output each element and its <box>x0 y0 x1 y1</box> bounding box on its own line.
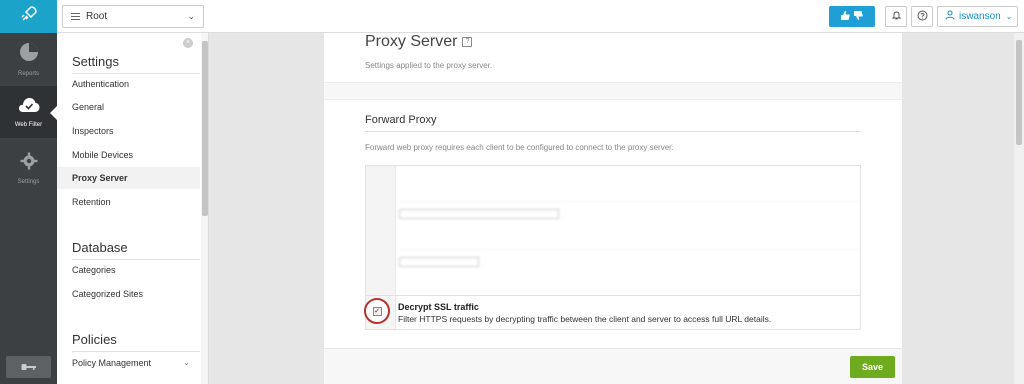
save-button[interactable]: Save <box>850 356 895 378</box>
license-key-button[interactable] <box>6 356 51 378</box>
section-title-policies: Policies <box>72 332 117 347</box>
nav-settings-label: Settings <box>17 178 40 185</box>
pie-chart-icon <box>19 42 39 67</box>
nav-settings[interactable]: Settings <box>0 142 57 194</box>
menu-item-categories[interactable]: Categories <box>57 259 200 281</box>
section-separator <box>324 82 902 100</box>
chevron-down-icon: ⌄ <box>187 11 195 21</box>
panel-scrollbar-thumb[interactable] <box>202 41 208 216</box>
page-title: Proxy Server ? <box>365 33 473 51</box>
gear-icon <box>20 152 38 175</box>
question-circle-icon <box>917 8 928 26</box>
cloud-icon <box>18 97 40 118</box>
menu-item-general[interactable]: General <box>57 96 200 118</box>
menu-item-categorized-sites[interactable]: Categorized Sites <box>57 283 200 305</box>
help-button[interactable] <box>911 6 933 27</box>
tree-icon <box>71 13 80 20</box>
notifications-button[interactable] <box>885 6 907 27</box>
menu-item-inspectors[interactable]: Inspectors <box>57 120 200 142</box>
menu-item-label: Policy Management <box>72 358 152 368</box>
username-label: iswanson <box>959 11 1001 22</box>
help-icon[interactable]: ? <box>462 37 473 47</box>
nav-reports[interactable]: Reports <box>0 33 57 85</box>
forward-proxy-divider <box>365 131 861 132</box>
menu-item-policy-management[interactable]: Policy Management ⌄ <box>57 352 200 374</box>
forward-proxy-description: Forward web proxy requires each client t… <box>365 143 674 152</box>
decrypt-ssl-description: Filter HTTPS requests by decrypting traf… <box>398 314 772 324</box>
user-icon <box>945 10 955 23</box>
nav-reports-label: Reports <box>17 70 39 77</box>
feedback-button[interactable] <box>829 6 875 27</box>
app-logo[interactable] <box>0 0 57 33</box>
top-bar: Root ⌄ iswanson ⌄ <box>0 0 1024 33</box>
nav-web-filter[interactable]: Web Filter <box>0 86 57 138</box>
blurred-option-auth-source <box>399 254 859 292</box>
settings-panel: × Settings Authentication General Inspec… <box>57 33 209 384</box>
thumbs-up-icon <box>840 8 851 26</box>
close-panel-icon[interactable]: × <box>183 38 193 48</box>
blurred-option-proxy-port <box>399 172 859 202</box>
decrypt-ssl-checkbox-highlight: ✓ <box>364 298 390 324</box>
section-title-settings: Settings <box>72 54 119 69</box>
nav-web-filter-label: Web Filter <box>14 121 43 128</box>
user-menu-button[interactable]: iswanson ⌄ <box>937 6 1018 27</box>
thumbs-down-icon <box>853 8 864 26</box>
left-nav: Reports Web Filter Settings <box>0 33 57 384</box>
chevron-down-icon: ⌄ <box>183 358 190 367</box>
blurred-option-proxy-security <box>399 206 859 250</box>
menu-item-retention[interactable]: Retention <box>57 191 200 213</box>
section-title-database: Database <box>72 240 128 255</box>
decrypt-ssl-checkbox[interactable]: ✓ <box>372 306 382 316</box>
rocket-icon <box>19 4 39 29</box>
root-selector-label: Root <box>86 11 108 22</box>
menu-item-authentication[interactable]: Authentication <box>57 73 200 95</box>
bell-icon <box>891 8 902 26</box>
key-icon <box>21 358 37 376</box>
content-card: Proxy Server ? Settings applied to the p… <box>324 33 902 384</box>
chevron-down-icon: ⌄ <box>1005 12 1013 21</box>
page-subtitle: Settings applied to the proxy server. <box>365 61 493 70</box>
forward-proxy-title: Forward Proxy <box>365 114 437 126</box>
decrypt-ssl-label: Decrypt SSL traffic <box>398 302 479 312</box>
form-footer <box>324 348 902 384</box>
page-scrollbar-thumb[interactable] <box>1016 40 1022 145</box>
page-title-text: Proxy Server <box>365 33 458 50</box>
root-selector[interactable]: Root ⌄ <box>62 5 204 28</box>
menu-item-mobile-devices[interactable]: Mobile Devices <box>57 144 200 166</box>
menu-item-proxy-server[interactable]: Proxy Server <box>57 167 200 189</box>
